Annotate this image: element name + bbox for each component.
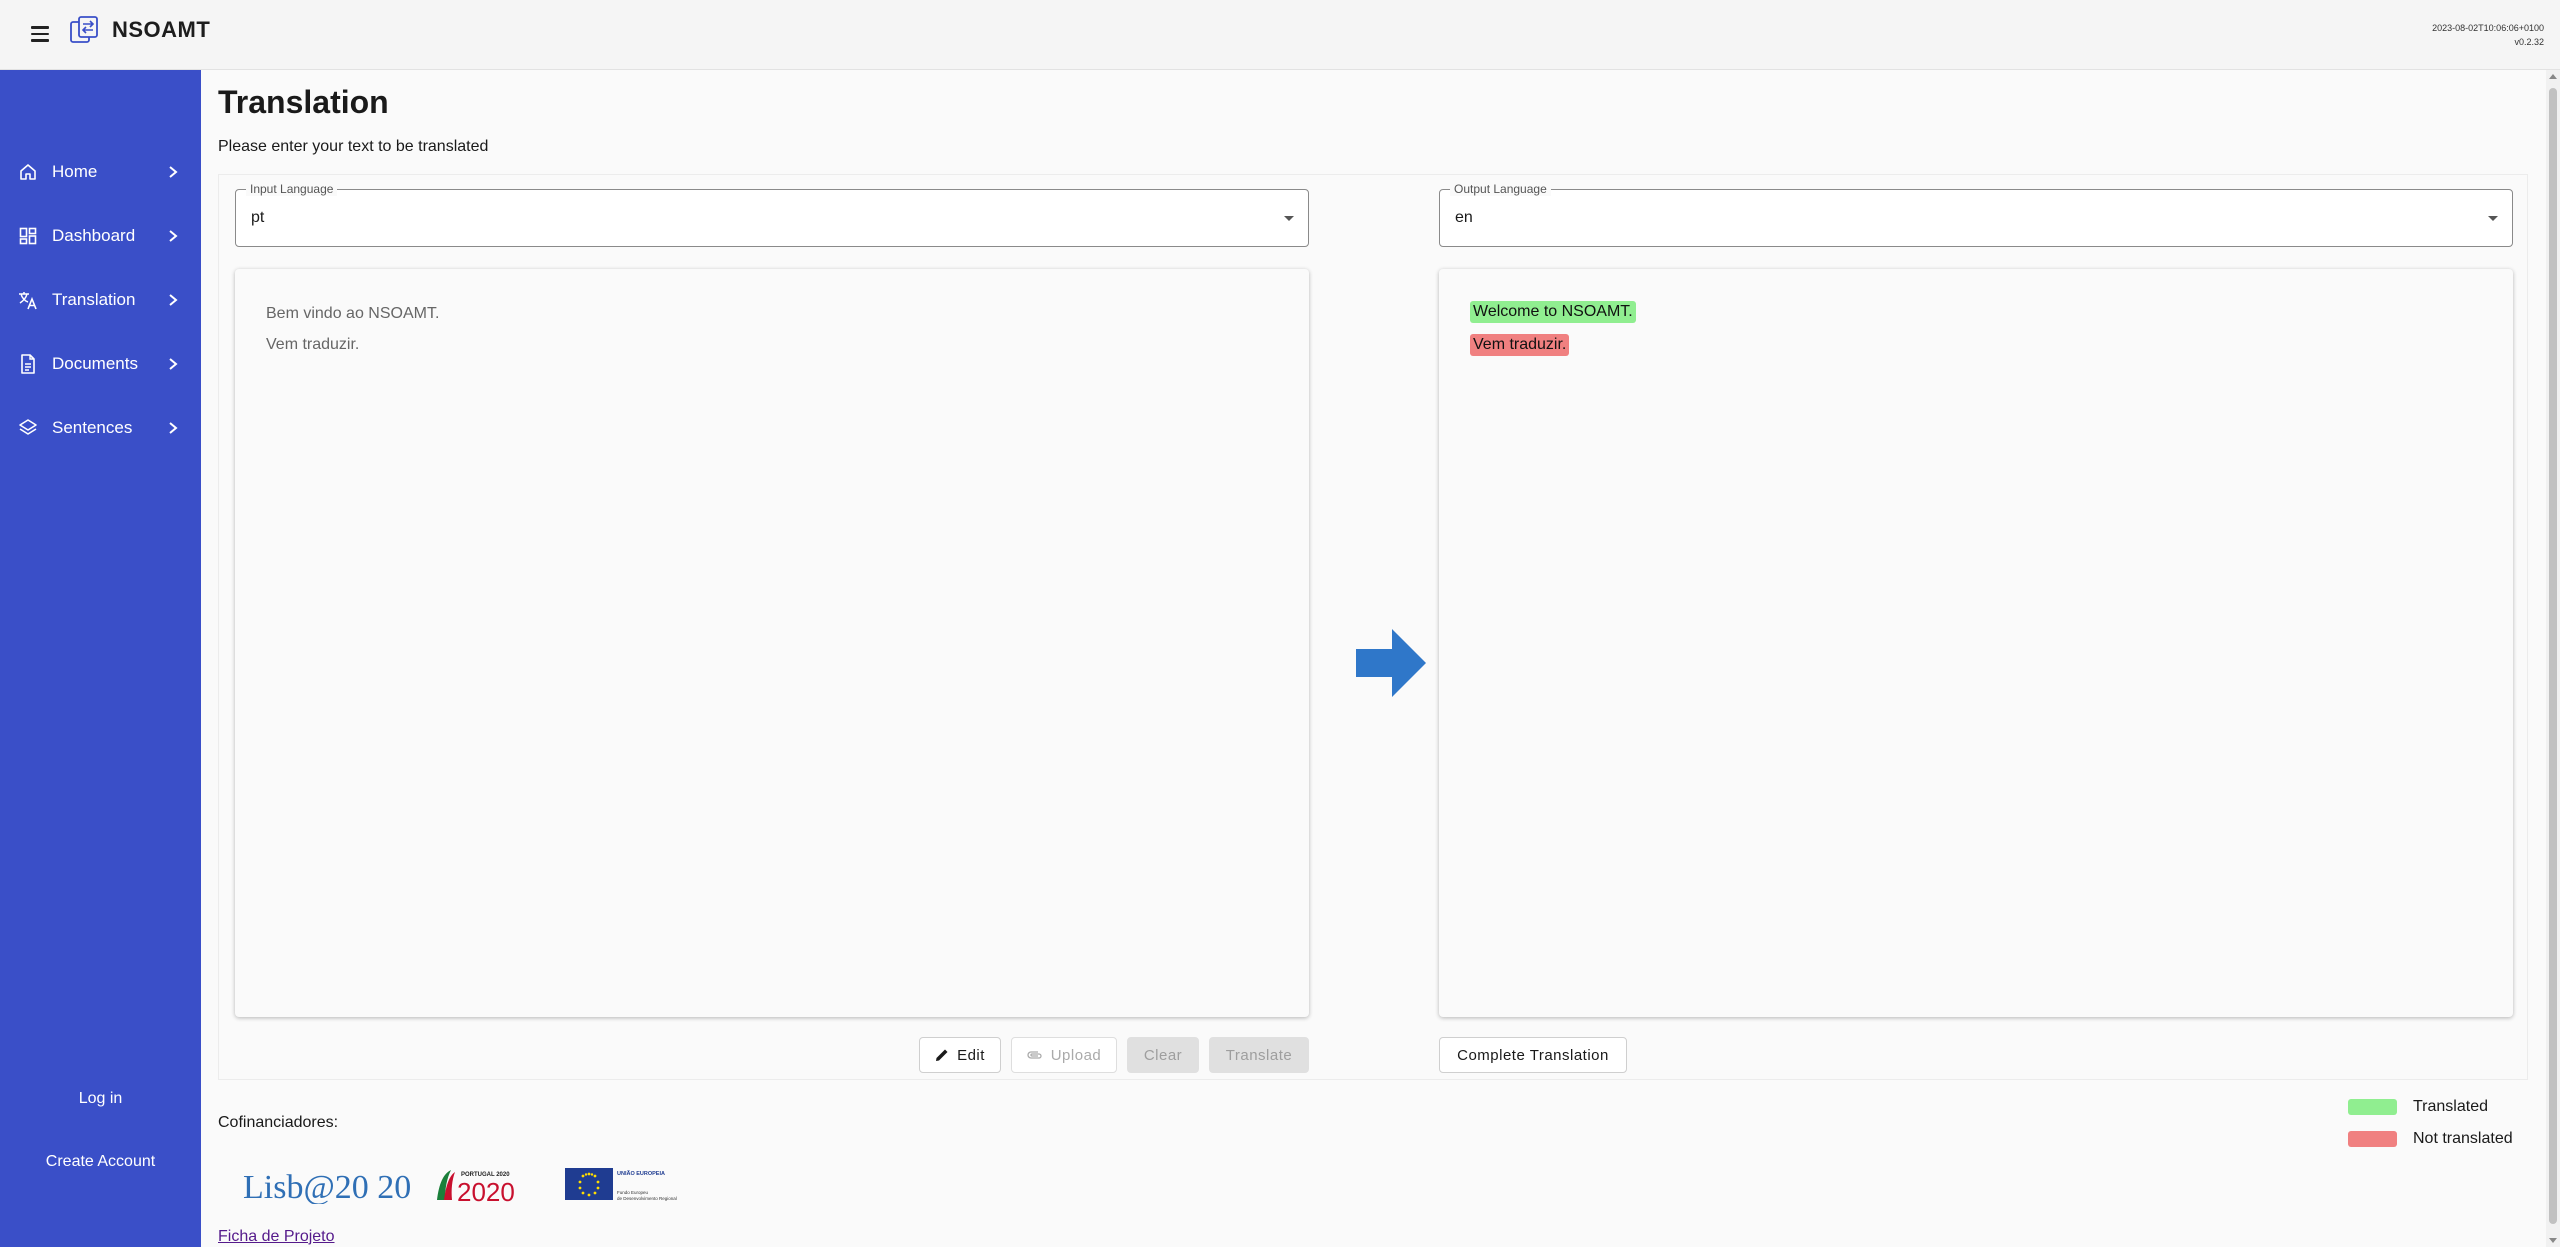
top-app-bar: NSOAMT 2023-08-02T10:06:06+0100 v0.2.32 (0, 0, 2560, 70)
upload-button[interactable]: Upload (1011, 1037, 1117, 1073)
lisboa-2020-logo: Lisb@20 20 (243, 1169, 411, 1204)
legend-swatch-not-translated (2348, 1131, 2397, 1147)
page-subtitle: Please enter your text to be translated (218, 138, 489, 155)
sidebar-item-label: Home (52, 162, 98, 181)
app-title[interactable]: NSOAMT (112, 17, 210, 43)
chevron-right-icon (169, 294, 178, 306)
svg-text:Lisb@20 20: Lisb@20 20 (243, 1169, 411, 1204)
legend-not-translated: Not translated (2348, 1130, 2513, 1148)
home-icon (17, 161, 39, 183)
output-language-value: en (1455, 209, 1473, 226)
app-version: v0.2.32 (2514, 37, 2544, 47)
svg-text:2020: 2020 (457, 1177, 515, 1204)
source-sentence: Vem traduzir. (266, 336, 360, 353)
sidebar-item-label: Dashboard (52, 226, 136, 245)
clear-button[interactable]: Clear (1127, 1037, 1199, 1073)
edit-button-label: Edit (957, 1046, 985, 1064)
page-scrollbar[interactable] (2546, 70, 2560, 1247)
scrollbar-thumb[interactable] (2549, 88, 2557, 1224)
translate-button-label: Translate (1225, 1046, 1293, 1064)
hamburger-menu-icon[interactable] (26, 22, 54, 48)
chevron-right-icon (169, 422, 178, 434)
legend-label: Not translated (2413, 1130, 2513, 1147)
legend-swatch-translated (2348, 1099, 2397, 1115)
pencil-icon (935, 1048, 949, 1062)
sidebar-item-translation[interactable]: Translation (0, 278, 201, 322)
clear-button-label: Clear (1143, 1046, 1183, 1064)
source-text-box[interactable]: Bem vindo ao NSOAMT. Vem traduzir. (235, 269, 1309, 1017)
main-content: Translation Please enter your text to be… (201, 70, 2546, 1247)
dashboard-icon (17, 225, 39, 247)
translate-icon (17, 289, 39, 311)
scroll-up-arrow-icon[interactable] (2549, 74, 2557, 79)
sidebar-item-sentences[interactable]: Sentences (0, 406, 201, 450)
legend-translated: Translated (2348, 1098, 2488, 1116)
sidebar-item-label: Translation (52, 290, 136, 309)
page-title: Translation (218, 84, 389, 120)
edit-button[interactable]: Edit (919, 1037, 1001, 1073)
sidebar-item-label: Sentences (52, 418, 133, 437)
login-link[interactable]: Log in (0, 1090, 201, 1108)
build-timestamp: 2023-08-02T10:06:06+0100 (2432, 23, 2544, 33)
sidebar-item-documents[interactable]: Documents (0, 342, 201, 386)
sidebar: Home Dashboard Translation Documents Sen… (0, 70, 201, 1247)
complete-translation-button[interactable]: Complete Translation (1439, 1037, 1627, 1073)
output-language-legend: Output Language (1450, 182, 1551, 196)
input-language-select[interactable]: Input Language pt (235, 182, 1309, 247)
untranslated-sentence[interactable]: Vem traduzir. (1470, 334, 1570, 356)
output-language-select[interactable]: Output Language en (1439, 182, 2513, 247)
input-language-legend: Input Language (246, 182, 338, 196)
sidebar-item-label: Documents (52, 354, 138, 373)
create-account-link[interactable]: Create Account (0, 1153, 201, 1171)
translate-button[interactable]: Translate (1209, 1037, 1309, 1073)
sidebar-item-dashboard[interactable]: Dashboard (0, 214, 201, 258)
chevron-right-icon (169, 230, 178, 242)
eu-fund-logo: UNIÃO EUROPEIA Fundo Europeu de Desenvol… (565, 1168, 677, 1201)
output-text-box: Welcome to NSOAMT. Vem traduzir. (1439, 269, 2513, 1017)
chevron-right-icon (169, 166, 178, 178)
dropdown-caret-icon (2488, 216, 2498, 221)
scroll-down-arrow-icon[interactable] (2549, 1238, 2557, 1243)
dropdown-caret-icon (1284, 216, 1294, 221)
translation-panel: Input Language pt Output Language en Bem… (218, 174, 2528, 1080)
input-language-value: pt (251, 209, 265, 226)
translation-logo-icon[interactable] (68, 14, 100, 46)
ficha-de-projeto-link[interactable]: Ficha de Projeto (218, 1228, 335, 1246)
cofinanciadores-label: Cofinanciadores: (218, 1114, 339, 1131)
sidebar-item-home[interactable]: Home (0, 150, 201, 194)
complete-translation-label: Complete Translation (1457, 1046, 1609, 1064)
arrow-right-icon (1356, 629, 1426, 697)
upload-button-label: Upload (1050, 1046, 1102, 1064)
build-info: 2023-08-02T10:06:06+0100 v0.2.32 (2432, 21, 2544, 49)
legend-label: Translated (2413, 1098, 2488, 1115)
translated-sentence[interactable]: Welcome to NSOAMT. (1470, 301, 1636, 323)
layers-icon (17, 417, 39, 439)
portugal-2020-logo: PORTUGAL 2020 2020 (437, 1170, 515, 1204)
document-icon (17, 353, 39, 375)
source-sentence: Bem vindo ao NSOAMT. (266, 305, 440, 322)
chevron-right-icon (169, 358, 178, 370)
attach-icon (1027, 1050, 1043, 1060)
svg-text:UNIÃO EUROPEIA: UNIÃO EUROPEIA (617, 1170, 665, 1177)
svg-text:Fundo Europeu: Fundo Europeu (617, 1190, 649, 1195)
svg-text:de Desenvolvimento Regional: de Desenvolvimento Regional (617, 1196, 677, 1201)
